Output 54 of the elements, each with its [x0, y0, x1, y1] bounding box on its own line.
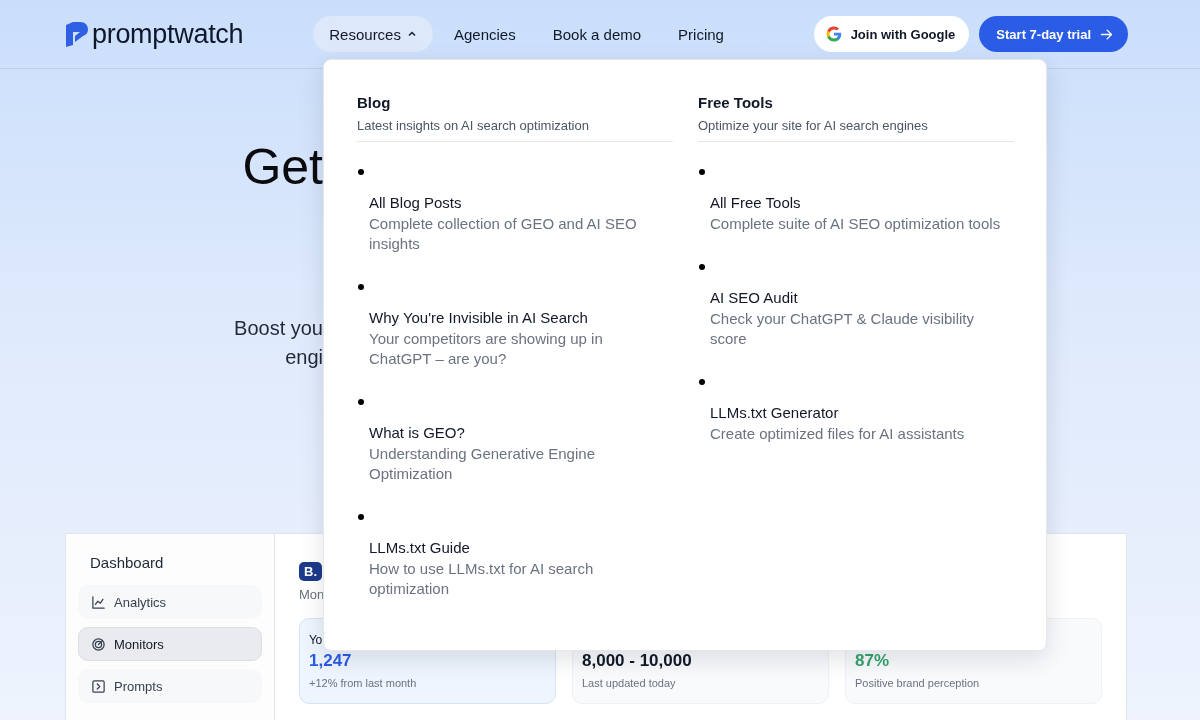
menu-link-description: How to use LLMs.txt for AI search optimization	[369, 559, 595, 599]
menu-link[interactable]: All Blog Posts	[369, 192, 462, 214]
stat-value: 8,000 - 10,000	[582, 651, 693, 671]
bullet-icon	[358, 399, 364, 405]
nav-link[interactable]: Book a demo	[536, 16, 658, 52]
hero-subtitle: Boost you	[234, 316, 323, 341]
menu-link[interactable]: What is GEO?	[369, 422, 465, 444]
line-chart-icon	[91, 594, 106, 610]
bullet-icon	[699, 264, 705, 270]
logo-icon	[65, 20, 89, 48]
sidebar-item[interactable]: Prompts	[78, 669, 262, 703]
google-logo-icon	[824, 25, 843, 43]
menu-link[interactable]: All Free Tools	[710, 192, 801, 214]
menu-link-description: Check your ChatGPT & Claude visibility score	[710, 309, 975, 349]
stat-value: 1,247	[309, 651, 353, 671]
stat-note: Last updated today	[582, 677, 677, 689]
menu-link-description: Complete collection of GEO and AI SEO insights	[369, 214, 638, 254]
stat-note: +12% from last month	[309, 677, 418, 689]
menu-section-title: Free Tools	[698, 93, 774, 113]
menu-link-description: Complete suite of AI SEO optimization tools	[710, 214, 1002, 234]
caret-icon	[406, 29, 417, 39]
menu-link[interactable]: LLMs.txt Guide	[369, 537, 470, 559]
bullet-icon	[358, 284, 364, 290]
menu-section-subtitle: Optimize your site for AI search engines	[698, 117, 929, 135]
radar-icon	[91, 636, 106, 652]
nav-menu[interactable]: Resources	[313, 16, 433, 52]
bullet-icon	[699, 379, 705, 385]
stat-value: 87%	[855, 651, 891, 671]
menu-link-description: Understanding Generative Engine Optimization	[369, 444, 596, 484]
nav-link[interactable]: Agencies	[437, 16, 532, 52]
menu-link[interactable]: Why You're Invisible in AI Search	[369, 307, 588, 329]
sidebar-title: Dashboard	[89, 554, 165, 573]
stat-note: Positive brand perception	[855, 677, 981, 689]
trial-button[interactable]: Start 7-day trial	[979, 16, 1128, 52]
google-signin-button[interactable]: Join with Google	[813, 16, 970, 52]
menu-section-title: Blog	[357, 93, 392, 113]
menu-link-description: Create optimized files for AI assistants	[710, 424, 966, 444]
nav-link[interactable]: Pricing	[662, 16, 740, 52]
stat-title: Yo	[309, 633, 322, 647]
sidebar-item[interactable]: Monitors	[78, 627, 262, 661]
brand-name: promptwatch	[92, 18, 244, 50]
bullet-icon	[358, 514, 364, 520]
terminal-icon	[91, 678, 106, 694]
bullet-icon	[699, 169, 705, 175]
sidebar-item[interactable]: Analytics	[78, 585, 262, 619]
hero-headline: Get	[242, 138, 323, 197]
menu-link[interactable]: LLMs.txt Generator	[710, 402, 839, 424]
menu-link-description: Your competitors are showing up in ChatGPT – are you?	[369, 329, 604, 369]
menu-section-subtitle: Latest insights on AI search optimization	[357, 117, 590, 135]
hero-subtitle: engi	[285, 345, 323, 370]
bullet-icon	[358, 169, 364, 175]
brand-badge: B.	[299, 562, 322, 581]
menu-link[interactable]: AI SEO Audit	[710, 287, 798, 309]
dashboard-caption: Mon	[299, 587, 325, 602]
